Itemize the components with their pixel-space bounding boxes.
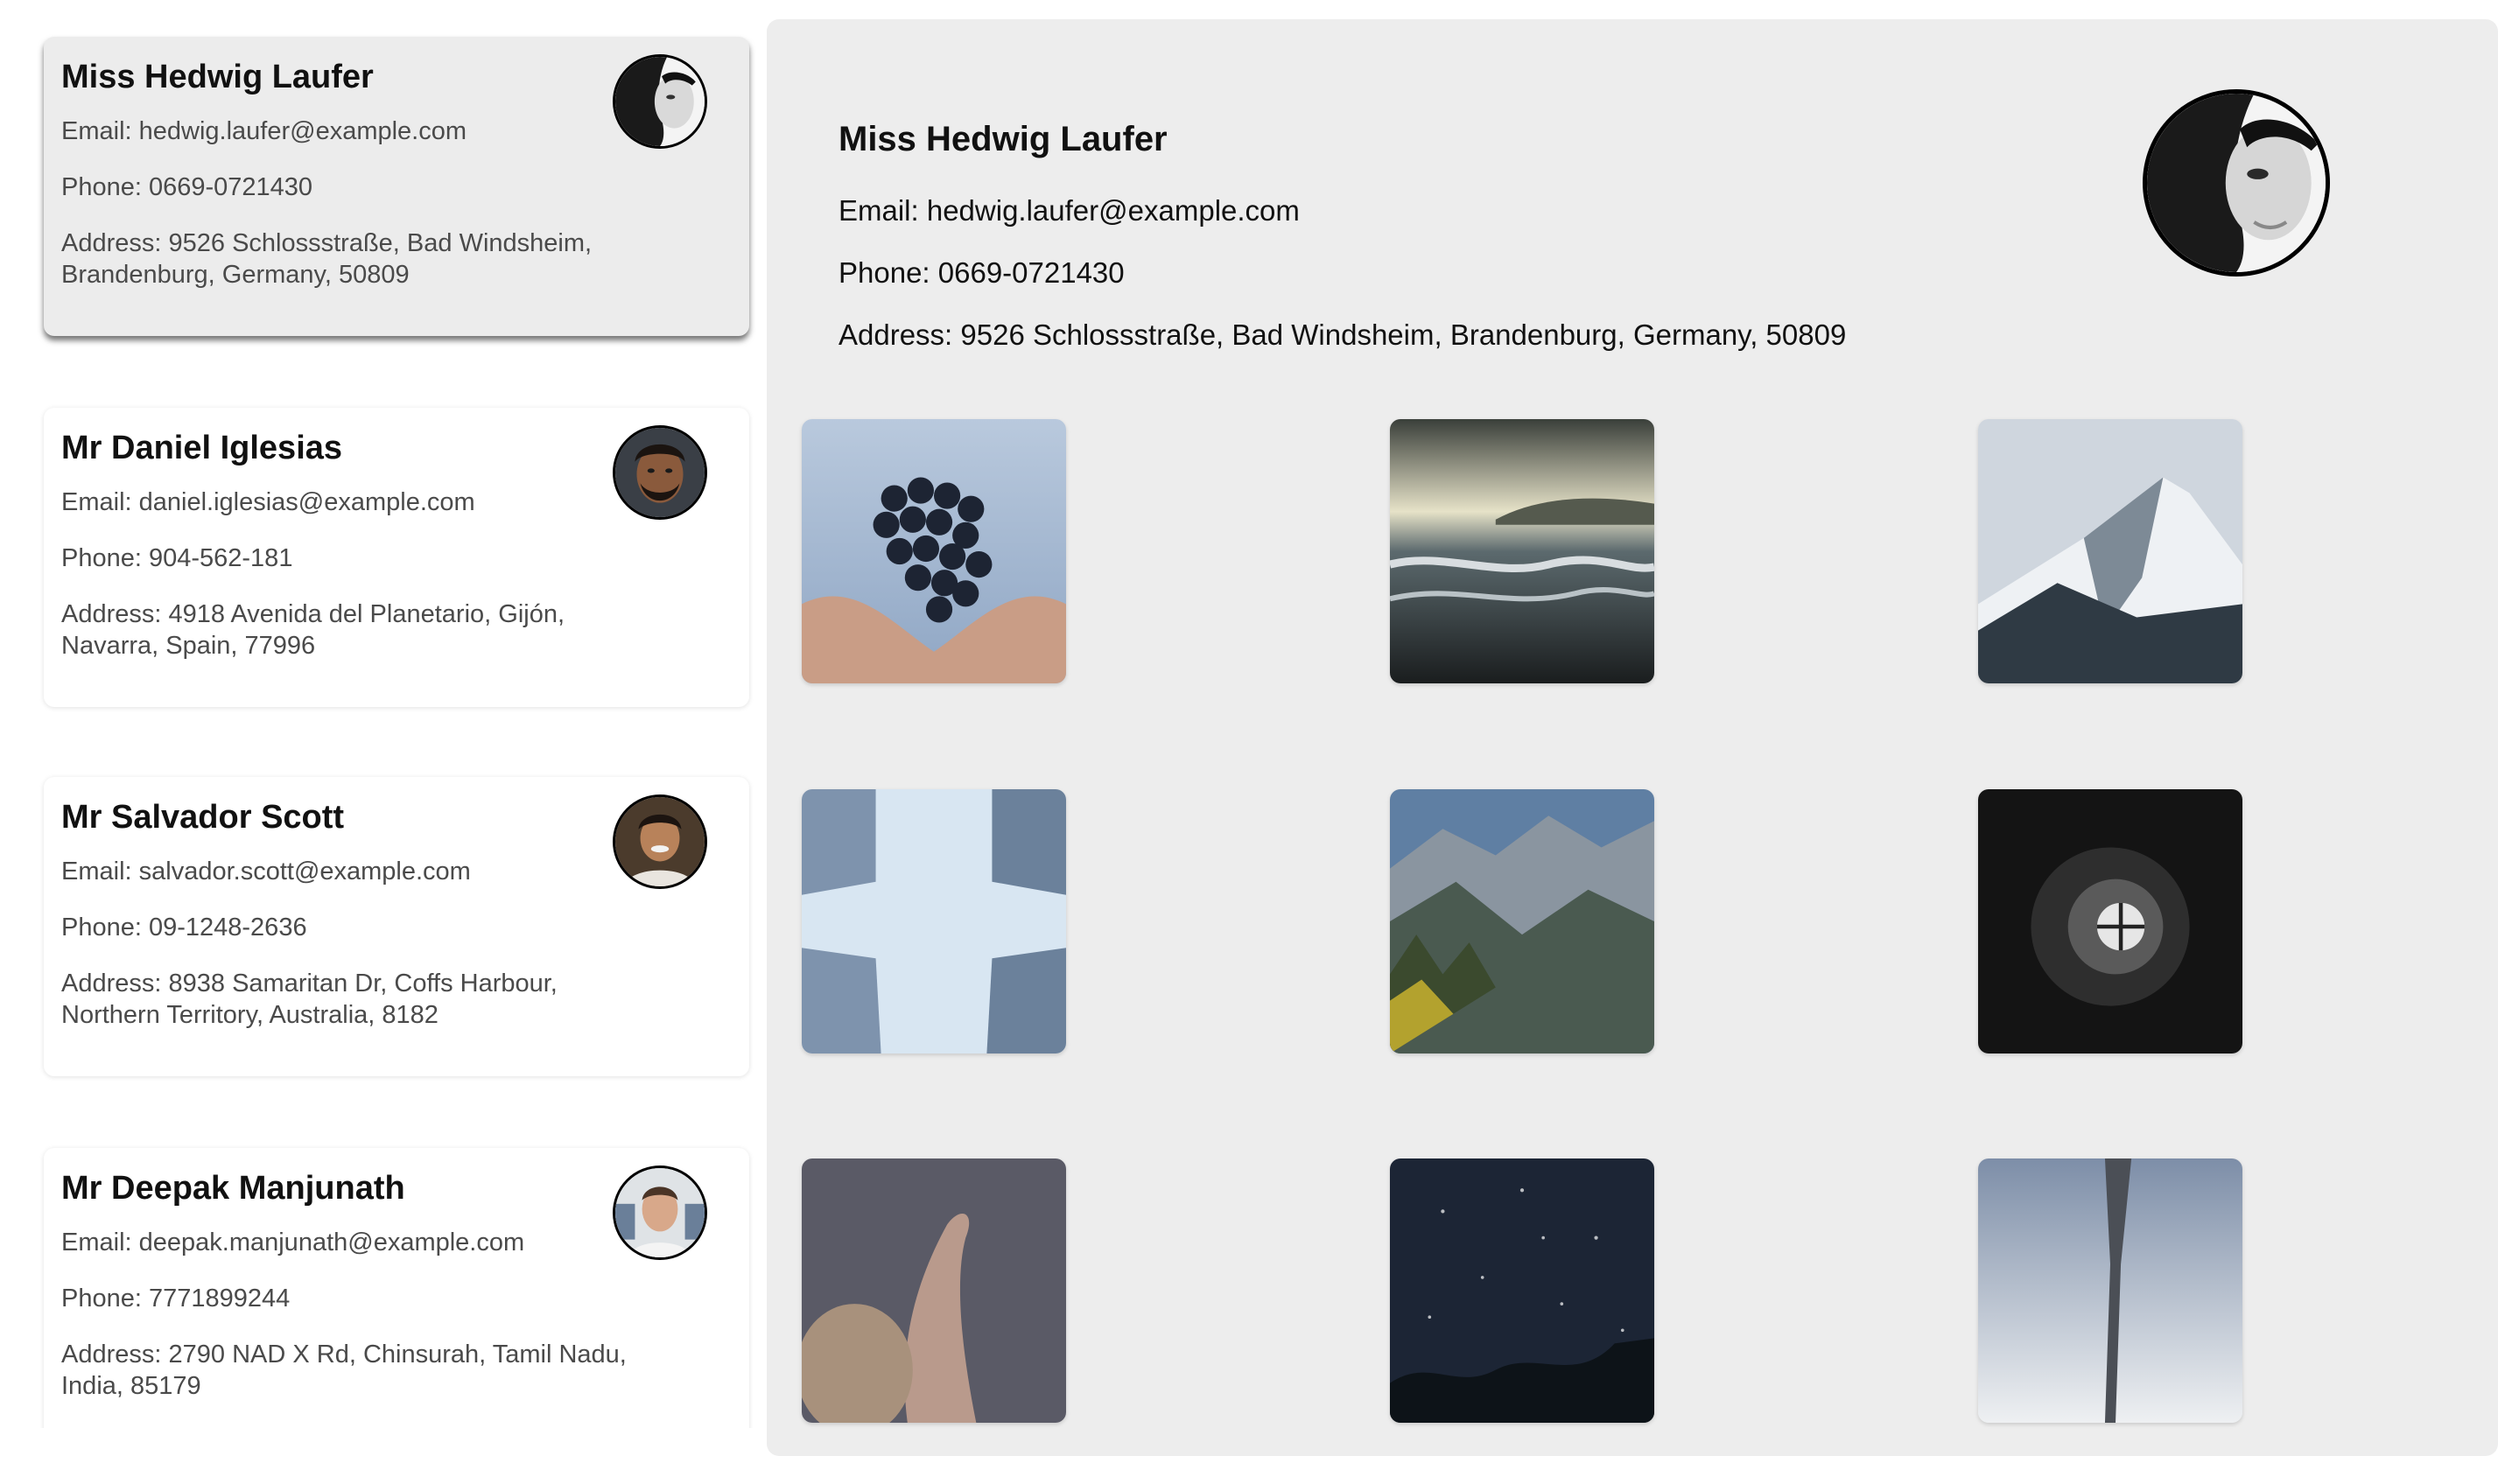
avatar: [613, 1166, 707, 1260]
photo-thumbnail[interactable]: [1978, 419, 2242, 683]
photo-thumbnail[interactable]: [802, 1158, 1066, 1423]
contact-list[interactable]: Miss Hedwig Laufer Email: hedwig.laufer@…: [0, 0, 767, 1428]
detail-avatar: [2143, 89, 2330, 276]
detail-phone: Phone: 0669-0721430: [839, 256, 1125, 289]
contact-address: Address: 8938 Samaritan Dr, Coffs Harbou…: [61, 970, 558, 1029]
photo-thumbnail[interactable]: [1390, 1158, 1654, 1423]
contact-card[interactable]: Mr Salvador Scott Email: salvador.scott@…: [44, 777, 749, 1076]
photo-thumbnail[interactable]: [1390, 789, 1654, 1054]
photo-thumbnail[interactable]: [1978, 1158, 2242, 1423]
contact-address: Address: 2790 NAD X Rd, Chinsurah, Tamil…: [61, 1340, 627, 1400]
contact-address: Address: 4918 Avenida del Planetario, Gi…: [61, 600, 565, 660]
avatar: [613, 425, 707, 520]
contact-phone: Phone: 904-562-181: [61, 544, 293, 572]
avatar: [613, 54, 707, 149]
photo-thumbnail[interactable]: [1978, 789, 2242, 1054]
detail-name: Miss Hedwig Laufer: [839, 120, 1168, 158]
detail-email: Email: hedwig.laufer@example.com: [839, 194, 1300, 227]
avatar: [613, 794, 707, 889]
app: Miss Hedwig Laufer Email: hedwig.laufer@…: [0, 0, 2498, 1484]
contact-phone: Phone: 7771899244: [61, 1284, 291, 1312]
photo-thumbnail[interactable]: [802, 789, 1066, 1054]
contact-card[interactable]: Mr Daniel Iglesias Email: daniel.iglesia…: [44, 408, 749, 707]
contact-phone: Phone: 09-1248-2636: [61, 914, 307, 942]
contact-address: Address: 9526 Schlossstraße, Bad Windshe…: [61, 229, 593, 289]
photo-thumbnail[interactable]: [802, 419, 1066, 683]
contact-card[interactable]: Miss Hedwig Laufer Email: hedwig.laufer@…: [44, 37, 749, 336]
contact-card[interactable]: Mr Deepak Manjunath Email: deepak.manjun…: [44, 1148, 749, 1428]
contact-phone: Phone: 0669-0721430: [61, 173, 313, 201]
detail-panel: Miss Hedwig Laufer Email: hedwig.laufer@…: [767, 19, 2498, 1456]
photo-thumbnail[interactable]: [1390, 419, 1654, 683]
detail-address: Address: 9526 Schlossstraße, Bad Windshe…: [839, 318, 1847, 351]
